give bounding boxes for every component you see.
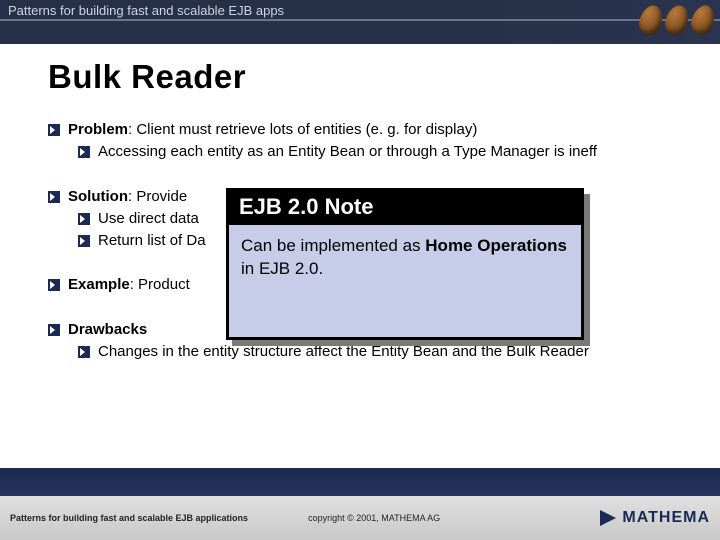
- bullet-text: Changes in the entity structure affect t…: [98, 342, 589, 362]
- note-title: EJB 2.0 Note: [229, 191, 581, 225]
- coffee-bean-icon: [662, 2, 692, 37]
- bullet-text: Drawbacks: [68, 320, 147, 340]
- bullet-text: Accessing each entity as an Entity Bean …: [98, 142, 597, 162]
- bullet-icon: [48, 324, 60, 336]
- bullet-text: Example: Product: [68, 275, 190, 295]
- coffee-bean-icon: [688, 2, 718, 37]
- logo-triangle-icon: [600, 510, 616, 526]
- bullet-icon: [48, 191, 60, 203]
- note-body: Can be implemented as Home Operations in…: [229, 225, 581, 281]
- footer-copyright: copyright © 2001, MATHEMA AG: [308, 513, 600, 523]
- bullet-icon: [78, 346, 90, 358]
- slide-title: Bulk Reader: [48, 58, 692, 96]
- bullet-icon: [78, 213, 90, 225]
- bullet-text: Use direct data: [98, 209, 199, 229]
- bullet-icon: [78, 146, 90, 158]
- ejb-note-box: EJB 2.0 Note Can be implemented as Home …: [226, 188, 584, 340]
- slide-footer: Patterns for building fast and scalable …: [0, 496, 720, 540]
- bullet-icon: [48, 124, 60, 136]
- section-problem: Problem: Client must retrieve lots of en…: [48, 120, 692, 163]
- header-subtitle: Patterns for building fast and scalable …: [8, 3, 284, 18]
- bullet-icon: [78, 235, 90, 247]
- bullet-text: Problem: Client must retrieve lots of en…: [68, 120, 477, 140]
- coffee-beans-decoration: [604, 0, 714, 42]
- slide-header: Patterns for building fast and scalable …: [0, 0, 720, 44]
- bullet-problem-sub: Accessing each entity as an Entity Bean …: [78, 142, 692, 162]
- bullet-text: Solution: Provide: [68, 187, 187, 207]
- bullet-problem: Problem: Client must retrieve lots of en…: [48, 120, 692, 140]
- bullet-icon: [48, 279, 60, 291]
- bullet-text: Return list of Da: [98, 231, 206, 251]
- footer-accent-bar: [0, 468, 720, 496]
- footer-left: Patterns for building fast and scalable …: [10, 513, 248, 523]
- logo-text: MATHEMA: [622, 509, 710, 527]
- bullet-drawbacks-sub: Changes in the entity structure affect t…: [78, 342, 692, 362]
- mathema-logo: MATHEMA: [600, 509, 710, 527]
- coffee-bean-icon: [636, 2, 666, 37]
